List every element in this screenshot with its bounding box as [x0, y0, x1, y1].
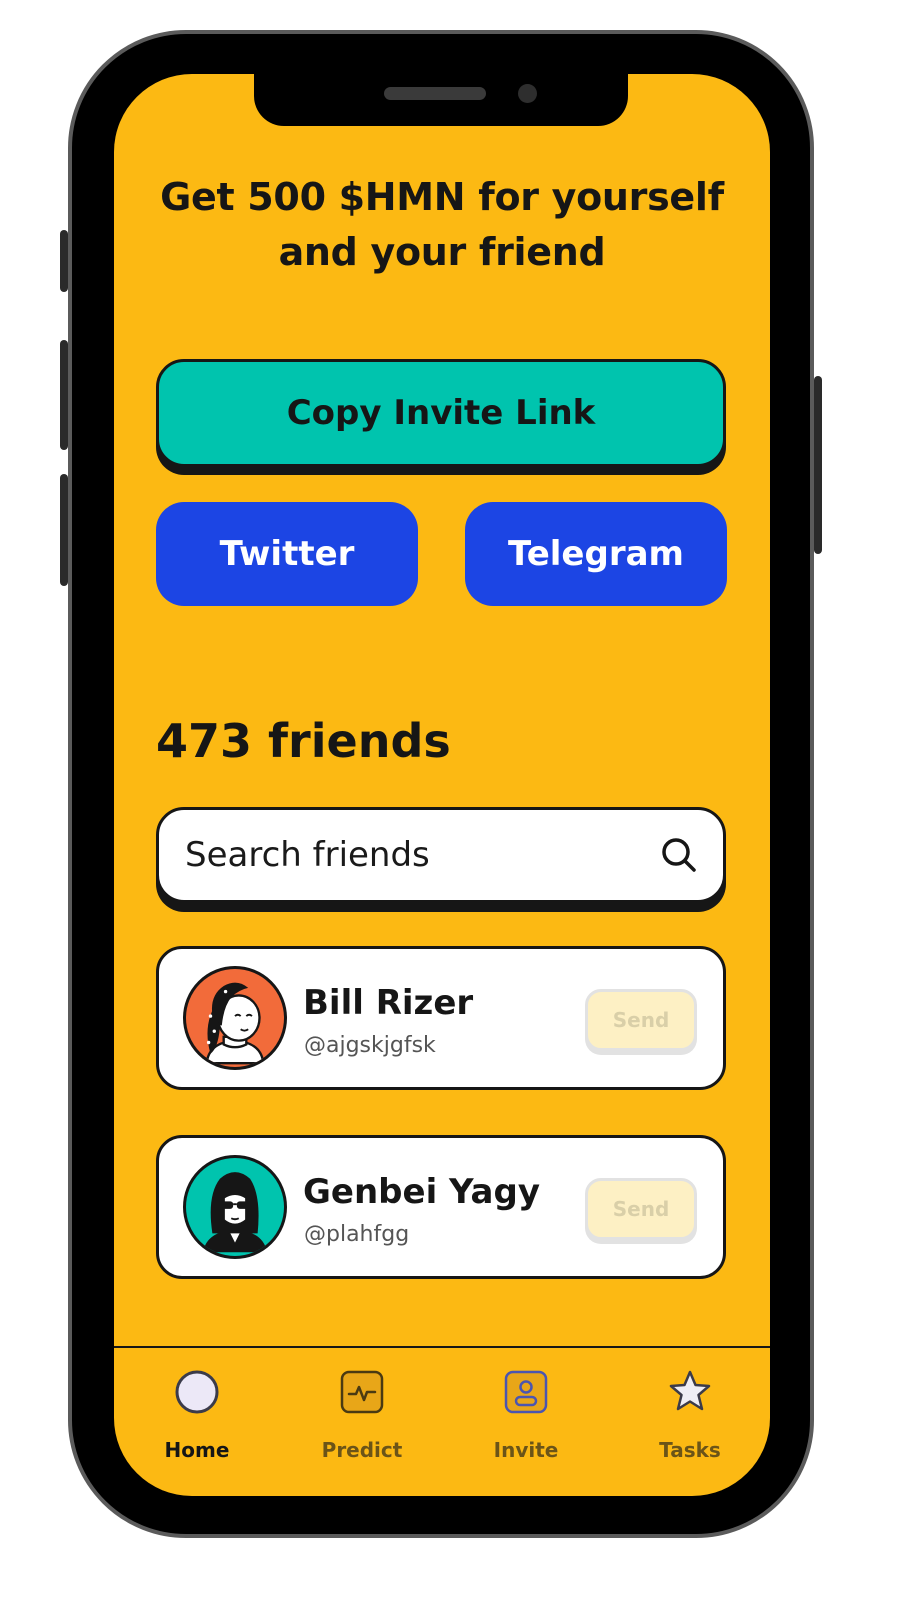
- nav-invite-label: Invite: [493, 1438, 559, 1462]
- nav-invite[interactable]: Invite: [461, 1366, 591, 1462]
- copy-invite-link-button[interactable]: Copy Invite Link: [156, 359, 726, 467]
- nav-home-label: Home: [164, 1438, 230, 1462]
- nav-divider: [114, 1346, 770, 1348]
- tasks-icon: [669, 1370, 711, 1411]
- page-title: Get 500 $HMN for yourself and your frien…: [160, 175, 724, 274]
- search-box[interactable]: [156, 807, 726, 903]
- front-camera: [518, 84, 537, 103]
- friend-card: Bill Rizer @ajgskjgfsk Send: [156, 946, 726, 1090]
- notch: [254, 74, 628, 126]
- home-icon: [175, 1370, 219, 1414]
- friend-handle: @plahfgg: [304, 1222, 410, 1247]
- avatar-girl-ponytail-icon: [205, 982, 265, 1065]
- avatar: [183, 966, 287, 1070]
- nav-home[interactable]: Home: [132, 1366, 262, 1462]
- invite-icon: [504, 1370, 548, 1414]
- friend-name: Bill Rizer: [303, 983, 474, 1023]
- power-button: [814, 376, 822, 554]
- friend-card: Genbei Yagy @plahfgg Send: [156, 1135, 726, 1279]
- nav-predict[interactable]: Predict: [297, 1366, 427, 1462]
- speaker: [384, 87, 486, 100]
- telegram-button[interactable]: Telegram: [465, 502, 727, 606]
- twitter-button[interactable]: Twitter: [156, 502, 418, 606]
- friends-count: 473 friends: [156, 714, 451, 768]
- volume-up-button: [60, 340, 68, 450]
- predict-icon: [340, 1370, 384, 1414]
- avatar-sunglasses-icon: [202, 1172, 268, 1253]
- friend-handle: @ajgskjgfsk: [304, 1033, 436, 1058]
- nav-tasks[interactable]: Tasks: [625, 1366, 755, 1462]
- send-button[interactable]: Send: [585, 1178, 697, 1240]
- volume-down-button: [60, 474, 68, 586]
- friend-name: Genbei Yagy: [303, 1172, 541, 1212]
- avatar: [183, 1155, 287, 1259]
- app-screen: Get 500 $HMN for yourself and your frien…: [114, 74, 770, 1496]
- search-icon[interactable]: [659, 835, 699, 875]
- search-input[interactable]: [185, 835, 659, 875]
- nav-predict-label: Predict: [321, 1438, 403, 1462]
- mute-switch: [60, 230, 68, 292]
- send-button[interactable]: Send: [585, 989, 697, 1051]
- nav-tasks-label: Tasks: [659, 1438, 721, 1462]
